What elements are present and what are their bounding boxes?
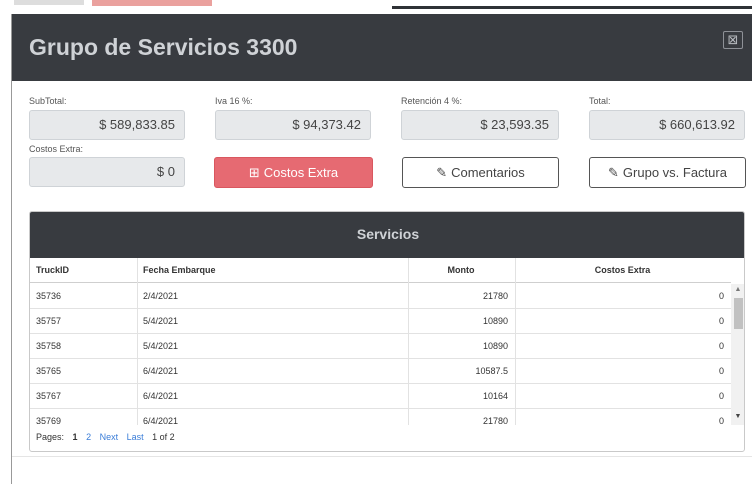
cell-monto: 10890 bbox=[482, 341, 508, 351]
pager-page-2-link[interactable]: 2 bbox=[86, 432, 91, 442]
cell-truckid: 35765 bbox=[36, 366, 62, 376]
pager-current-page: 1 bbox=[72, 432, 78, 442]
servicios-panel-header: Servicios bbox=[30, 212, 744, 258]
cell-fecha: 6/4/2021 bbox=[143, 416, 179, 425]
comentarios-button[interactable]: ✎ Comentarios bbox=[402, 157, 559, 188]
background-fragment bbox=[92, 0, 212, 6]
cell-costos-extra: 0 bbox=[718, 366, 724, 376]
costos-extra-label: Costos Extra: bbox=[29, 144, 84, 154]
grid-scrollbar[interactable]: ▲ ▼ bbox=[731, 284, 744, 425]
column-header-fecha-embarque[interactable]: Fecha Embarque bbox=[143, 258, 216, 283]
cell-costos-extra: 0 bbox=[718, 316, 724, 326]
cell-monto: 10587.5 bbox=[475, 366, 508, 376]
cell-costos-extra: 0 bbox=[718, 391, 724, 401]
pager-next-link[interactable]: Next bbox=[100, 432, 119, 442]
cell-monto: 10164 bbox=[482, 391, 508, 401]
total-field[interactable]: $ 660,613.92 bbox=[589, 110, 745, 140]
modal-title: Grupo de Servicios 3300 bbox=[29, 34, 298, 60]
cell-monto: 21780 bbox=[482, 416, 508, 425]
cell-fecha: 2/4/2021 bbox=[143, 291, 179, 301]
modal-header: Grupo de Servicios 3300 ⊠ bbox=[12, 14, 752, 81]
column-divider bbox=[515, 258, 516, 425]
scrollbar-thumb[interactable] bbox=[734, 298, 743, 329]
cell-costos-extra: 0 bbox=[718, 416, 724, 425]
costos-extra-button[interactable]: ⊞ Costos Extra bbox=[214, 157, 373, 188]
total-label: Total: bbox=[589, 96, 611, 106]
table-row[interactable]: 35769 6/4/2021 21780 0 bbox=[30, 409, 731, 425]
column-header-costos-extra[interactable]: Costos Extra bbox=[515, 258, 730, 283]
table-row[interactable]: 35767 6/4/2021 10164 0 bbox=[30, 384, 731, 409]
pager: Pages: 1 2 Next Last 1 of 2 bbox=[36, 432, 181, 442]
cell-fecha: 5/4/2021 bbox=[143, 316, 179, 326]
retencion-label: Retención 4 %: bbox=[401, 96, 463, 106]
subtotal-field[interactable]: $ 589,833.85 bbox=[29, 110, 185, 140]
grupo-vs-factura-button[interactable]: ✎ Grupo vs. Factura bbox=[589, 157, 746, 188]
cell-costos-extra: 0 bbox=[718, 341, 724, 351]
retencion-field[interactable]: $ 23,593.35 bbox=[401, 110, 559, 140]
modal-footer-divider bbox=[12, 456, 752, 457]
cell-monto: 21780 bbox=[482, 291, 508, 301]
grid-header-row: TruckID Fecha Embarque Monto Costos Extr… bbox=[30, 258, 731, 283]
grupo-servicios-modal: Grupo de Servicios 3300 ⊠ SubTotal: $ 58… bbox=[11, 14, 752, 484]
background-page-strip bbox=[0, 0, 752, 14]
cell-truckid: 35757 bbox=[36, 316, 62, 326]
costos-extra-button-label: Costos Extra bbox=[263, 165, 339, 180]
pager-last-link[interactable]: Last bbox=[127, 432, 144, 442]
background-fragment bbox=[392, 6, 752, 9]
table-row[interactable]: 35736 2/4/2021 21780 0 bbox=[30, 284, 731, 309]
pager-info: 1 of 2 bbox=[152, 432, 175, 442]
iva-label: Iva 16 %: bbox=[215, 96, 253, 106]
background-fragment bbox=[14, 0, 84, 5]
cell-costos-extra: 0 bbox=[718, 291, 724, 301]
edit-icon: ✎ bbox=[436, 165, 448, 180]
iva-field[interactable]: $ 94,373.42 bbox=[215, 110, 371, 140]
cell-truckid: 35736 bbox=[36, 291, 62, 301]
grupo-vs-factura-button-label: Grupo vs. Factura bbox=[622, 165, 727, 180]
cell-fecha: 6/4/2021 bbox=[143, 366, 179, 376]
subtotal-label: SubTotal: bbox=[29, 96, 67, 106]
cell-monto: 10890 bbox=[482, 316, 508, 326]
scroll-up-arrow-icon[interactable]: ▲ bbox=[731, 284, 744, 296]
pager-label: Pages: bbox=[36, 432, 65, 442]
servicios-title: Servicios bbox=[356, 226, 420, 242]
cell-truckid: 35769 bbox=[36, 416, 62, 425]
table-row[interactable]: 35758 5/4/2021 10890 0 bbox=[30, 334, 731, 359]
costos-extra-field[interactable]: $ 0 bbox=[29, 157, 185, 187]
cell-truckid: 35758 bbox=[36, 341, 62, 351]
scroll-down-arrow-icon[interactable]: ▼ bbox=[731, 411, 744, 423]
column-header-truckid[interactable]: TruckID bbox=[36, 258, 69, 283]
table-row[interactable]: 35765 6/4/2021 10587.5 0 bbox=[30, 359, 731, 384]
close-icon[interactable]: ⊠ bbox=[723, 31, 743, 49]
comentarios-button-label: Comentarios bbox=[451, 165, 525, 180]
cell-fecha: 5/4/2021 bbox=[143, 341, 179, 351]
plus-square-icon: ⊞ bbox=[248, 165, 260, 180]
cell-fecha: 6/4/2021 bbox=[143, 391, 179, 401]
servicios-panel: Servicios TruckID Fecha Embarque Monto C… bbox=[29, 211, 745, 452]
table-row[interactable]: 35757 5/4/2021 10890 0 bbox=[30, 309, 731, 334]
cell-truckid: 35767 bbox=[36, 391, 62, 401]
column-header-monto[interactable]: Monto bbox=[408, 258, 514, 283]
edit-icon: ✎ bbox=[608, 165, 619, 180]
column-divider bbox=[408, 258, 409, 425]
column-divider bbox=[137, 258, 138, 425]
